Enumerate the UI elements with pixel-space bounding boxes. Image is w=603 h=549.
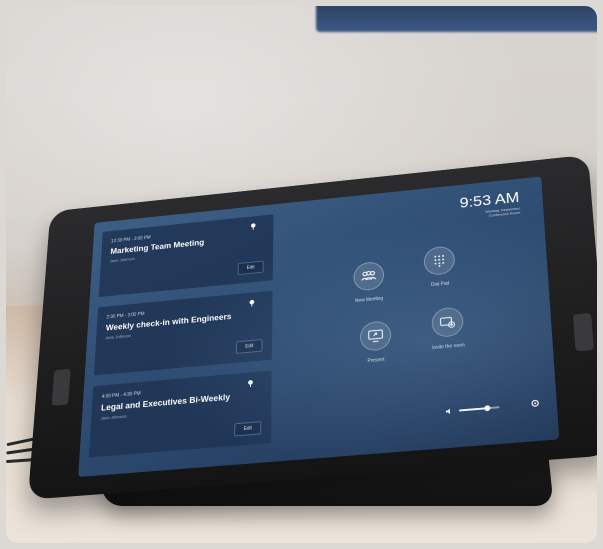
invite-room-label: Invite the room [409, 341, 488, 353]
pin-icon [247, 379, 255, 387]
present-button[interactable]: Present [337, 318, 415, 367]
speaker-icon [445, 407, 453, 415]
meeting-card-1[interactable]: 12:30 PM - 2:00 PM Marketing Team Meetin… [99, 214, 274, 297]
volume-slider[interactable] [445, 402, 516, 415]
meeting-time: 4:00 PM - 4:30 PM [102, 391, 141, 400]
present-label: Present [337, 354, 415, 366]
screen-share-icon [360, 320, 392, 352]
wall-tv [316, 6, 597, 32]
meeting-organizer: Jane Johnson [100, 414, 126, 421]
pin-icon [248, 299, 256, 307]
pin-icon [250, 223, 257, 230]
new-meeting-label: New Meeting [331, 294, 408, 306]
invite-room-button[interactable]: Invite the room [408, 304, 488, 353]
edit-button[interactable]: Edit [236, 339, 263, 354]
meeting-card-3[interactable]: 4:00 PM - 4:30 PM Legal and Executives B… [89, 371, 272, 458]
tablet-screen: 12:30 PM - 2:00 PM Marketing Team Meetin… [78, 177, 559, 478]
side-button-right [573, 313, 594, 352]
photo-frame: 12:30 PM - 2:00 PM Marketing Team Meetin… [6, 6, 597, 543]
meeting-card-2[interactable]: 2:30 PM - 3:00 PM Weekly check-in with E… [94, 291, 273, 376]
invite-room-icon [431, 306, 464, 338]
new-meeting-button[interactable]: New Meeting [331, 259, 408, 306]
settings-icon[interactable] [530, 398, 541, 408]
meeting-organizer: Jane Johnson [105, 333, 131, 340]
volume-knob[interactable] [484, 405, 490, 411]
volume-track [459, 406, 500, 411]
people-icon [353, 261, 384, 292]
meeting-time: 2:30 PM - 3:00 PM [106, 311, 144, 320]
edit-button[interactable]: Edit [238, 261, 264, 275]
keypad-icon [423, 245, 455, 276]
volume-fill [459, 407, 487, 411]
side-button-left [52, 369, 71, 406]
meeting-time: 12:30 PM - 2:00 PM [111, 235, 151, 244]
edit-button[interactable]: Edit [234, 421, 261, 436]
dial-pad-button[interactable]: Dial Pad [401, 243, 480, 291]
meeting-organizer: Jane Johnson [110, 257, 135, 264]
dial-pad-label: Dial Pad [402, 278, 480, 291]
tablet-bezel: 12:30 PM - 2:00 PM Marketing Team Meetin… [28, 155, 597, 500]
